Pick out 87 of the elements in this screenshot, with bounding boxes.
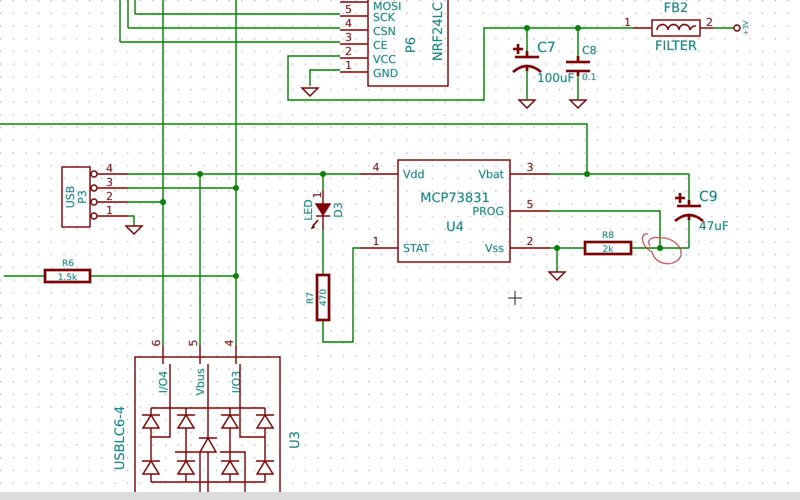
ground-symbol	[517, 99, 537, 109]
crosshair-cursor-icon	[508, 290, 522, 306]
junction-dot	[524, 25, 530, 31]
pin-number: 1	[345, 59, 352, 72]
reference-label: C8	[582, 44, 597, 57]
part-value: 470	[319, 288, 329, 306]
junction-dot	[233, 185, 239, 191]
pin-name: VCC	[373, 53, 396, 66]
pin-number: 1	[372, 235, 380, 248]
pin-number: 5	[345, 3, 352, 16]
part-value: 0.1	[582, 73, 596, 83]
pin-number: 4	[372, 161, 380, 174]
pin-number: 3	[106, 176, 113, 189]
junction-dot	[320, 171, 326, 177]
pin-name: Vdd	[403, 168, 424, 181]
reference-label: R8	[602, 231, 614, 241]
junction-dot	[554, 245, 560, 251]
part-value: USB	[64, 186, 77, 208]
reference-label: P6	[404, 36, 419, 54]
pin-name: I/O4	[157, 370, 170, 394]
pin-circle	[90, 184, 98, 192]
pin-number: 2	[106, 190, 113, 203]
junction-dot	[575, 25, 581, 31]
pin-number: 1	[624, 16, 631, 29]
junction-dot	[584, 171, 590, 177]
wire	[128, 215, 135, 226]
pin-number: 4	[345, 17, 352, 30]
resistor-body	[584, 240, 632, 256]
pin-number: 2	[526, 235, 534, 248]
ground-symbol	[547, 271, 567, 281]
pin-number: 4	[106, 162, 113, 175]
reference-label: R6	[62, 259, 74, 269]
pin-circle	[90, 170, 98, 178]
pin-number: 6	[150, 340, 163, 346]
reference-label: U4	[446, 220, 464, 235]
pin-name: MOSI	[373, 0, 402, 13]
pin-name: CE	[373, 39, 388, 52]
pin-number: 5	[526, 198, 534, 211]
reference-label: FB2	[664, 1, 688, 16]
resistor-body	[316, 274, 330, 322]
pin-name: CSN	[373, 25, 396, 38]
pin-name: Vbat	[478, 168, 504, 181]
reference-label: P3	[76, 190, 89, 204]
part-value: 2k	[602, 245, 614, 255]
part-value: 47uF	[699, 219, 729, 233]
pin-number: 3	[345, 31, 352, 44]
reference-label: D3	[332, 202, 345, 218]
pin-number: 2	[345, 45, 352, 58]
pin-number: 3	[526, 161, 534, 174]
junction-dot	[197, 171, 203, 177]
reference-label: U3	[288, 431, 303, 449]
part-value: LED	[302, 199, 315, 221]
pin-name: SCK	[373, 11, 395, 24]
part-value: USBLC6-4	[113, 406, 128, 470]
wire	[714, 27, 734, 29]
part-value: NRF24LC	[431, 2, 446, 62]
pin-number: 5	[187, 340, 200, 346]
ground-symbol	[300, 87, 320, 97]
pin-name: STAT	[403, 242, 430, 255]
reference-label: R7	[306, 292, 316, 304]
led-symbol	[310, 190, 332, 230]
junction-dot	[160, 199, 166, 205]
pin-number: 4	[223, 340, 236, 346]
part-value: 100uF	[537, 71, 574, 85]
pin-number: 1	[311, 192, 324, 198]
pin-name: Vss	[485, 242, 504, 255]
inductor-drawing	[651, 19, 701, 37]
junction-dot	[657, 245, 663, 251]
ground-symbol	[124, 225, 144, 235]
wire	[4, 275, 45, 277]
reference-label: C9	[699, 189, 718, 205]
terminal-icon	[733, 24, 741, 32]
ground-symbol	[568, 99, 588, 109]
connector-body	[61, 166, 91, 228]
junction-dot	[233, 273, 239, 279]
pin-circle	[90, 198, 98, 206]
part-value: MCP73831	[420, 191, 490, 206]
pin-name: Vbus	[194, 368, 207, 396]
part-value: 1.5k	[58, 273, 78, 283]
pin-number: 2	[706, 16, 713, 29]
pin-number: 1	[106, 204, 113, 217]
pin-circle	[90, 212, 98, 220]
part-value: FILTER	[655, 39, 697, 54]
resistor-body	[44, 268, 92, 284]
reference-label: C7	[537, 40, 556, 56]
pin-name: GND	[373, 67, 398, 80]
pin-name: PROG	[472, 205, 504, 218]
